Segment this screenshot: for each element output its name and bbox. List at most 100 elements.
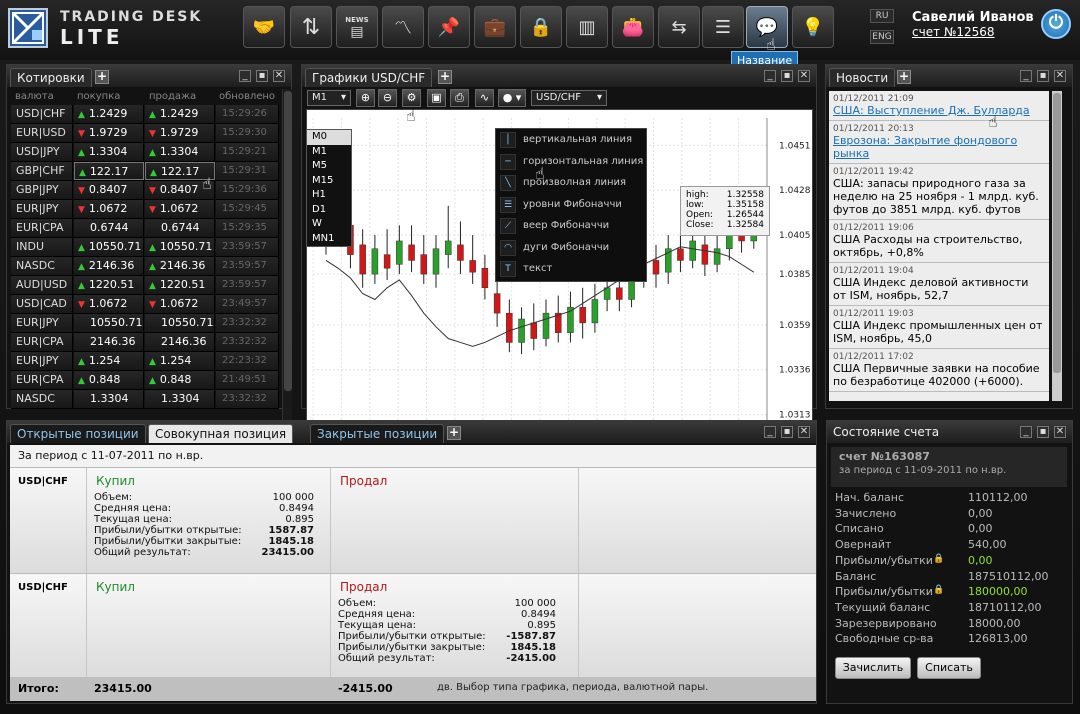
quote-row[interactable]: GBP|JPY ▼ 0.8407 ▼ 0.8407 15:29:36 [11,181,279,200]
quote-row[interactable]: EUR|CPA 2146.36 2146.36 23:32:32 [11,333,279,352]
quote-buy-cell[interactable]: 10550.71 [74,314,144,332]
quote-row[interactable]: EUR|JPY ▼ 1.0672 ▼ 1.0672 15:29:45 [11,200,279,219]
close-button[interactable]: ✕ [798,70,810,82]
quotes-scrollbar[interactable] [282,89,292,465]
quote-sell-cell[interactable]: 1.3304 [145,390,215,408]
timeframe-option[interactable]: M15 [307,174,351,189]
tab-quotes[interactable]: Котировки [10,68,92,87]
quote-row[interactable]: EUR|JPY 10550.71 10550.71 23:32:32 [11,314,279,333]
draw-tool-item[interactable]: ☰ уровни Фибоначчи [496,194,646,216]
quote-buy-cell[interactable]: ▲ 1.3304 [74,143,144,161]
maximize-button[interactable]: ▪ [1037,70,1049,82]
quote-row[interactable]: EUR|CPA 0.6744 0.6744 15:29:35 [11,219,279,238]
symbol-select[interactable]: USD/CHF ▾ [531,90,607,106]
news-item[interactable]: 01/12/2011 19:42 США: запасы природного г… [829,164,1049,220]
draw-tools-button[interactable]: ● ▾ [498,89,526,107]
quote-row[interactable]: NASDC ▲ 2146.36 ▲ 2146.36 23:59:57 [11,257,279,276]
tab-news[interactable]: Новости [829,68,896,87]
quote-buy-cell[interactable]: ▲ 1220.51 [74,276,144,294]
quote-row[interactable]: USD|CHF ▲ 1.2429 ▲ 1.2429 15:29:26 [11,105,279,124]
quote-buy-cell[interactable]: ▲ 1.254 [74,352,144,370]
add-tab-button[interactable]: + [897,70,911,84]
quote-sell-cell[interactable]: 2146.36 [145,333,215,351]
quote-sell-cell[interactable]: ▲ 10550.71 [145,238,215,256]
quote-buy-cell[interactable]: ▼ 0.8407 [74,181,144,199]
quote-row[interactable]: EUR|USD ▼ 1.9729 ▼ 1.9729 15:29:30 [11,124,279,143]
quote-row[interactable]: GBP|CHF ▲ 122.17 ▲ 122.17 15:29:31 [11,162,279,181]
quote-buy-cell[interactable]: 0.6744 [74,219,144,237]
quote-buy-cell[interactable]: ▲ 1.2429 [74,105,144,123]
timeframe-option[interactable]: M5 [307,159,351,174]
quote-sell-cell[interactable]: ▼ 1.0672 [145,200,215,218]
news-item[interactable]: 01/12/2011 19:03 США Индекс промышленных … [829,306,1049,349]
wallet-button[interactable]: 👛 [612,6,654,48]
quote-row[interactable]: EUR|CPA ▲ 0.848 ▲ 0.848 21:49:51 [11,371,279,390]
tab-open-positions[interactable]: Открытые позиции [10,424,146,443]
tab-closed-positions[interactable]: Закрытые позиции [310,424,445,443]
quote-sell-cell[interactable]: ▲ 0.848 [145,371,215,389]
lang-en-button[interactable]: ENG [870,30,894,44]
timeframe-option[interactable]: D1 [307,203,351,218]
settings-bars-button[interactable]: ☰ [702,6,744,48]
quote-sell-cell[interactable]: ▲ 1.2429 [145,105,215,123]
close-button[interactable]: ✕ [798,426,810,438]
quote-buy-cell[interactable]: ▲ 2146.36 [74,257,144,275]
minimize-button[interactable]: _ [764,70,776,82]
chart-settings-button[interactable]: ⚙ [402,89,421,107]
add-tab-button[interactable]: + [447,426,461,440]
maximize-button[interactable]: ▪ [256,70,268,82]
quote-buy-cell[interactable]: ▼ 1.0672 [74,200,144,218]
close-button[interactable]: ✕ [1054,70,1066,82]
minimize-button[interactable]: _ [239,70,251,82]
scroll-thumb[interactable] [284,91,292,391]
quote-buy-cell[interactable]: 2146.36 [74,333,144,351]
timeframe-option[interactable]: M0 [307,130,351,145]
news-title[interactable]: Еврозона: Закрытие фондового рынка [833,134,1045,160]
quote-buy-cell[interactable]: ▲ 10550.71 [74,238,144,256]
news-item[interactable]: 01/12/2011 20:13 Еврозона: Закрытие фондо… [829,121,1049,164]
add-tab-button[interactable]: + [438,70,452,84]
timeframe-option[interactable]: M1 [307,145,351,160]
logout-button[interactable]: ⏻ [1041,9,1071,39]
document-button[interactable]: ▥ [566,6,608,48]
news-title[interactable]: США: Выступление Дж. Булларда [833,104,1045,117]
user-account-link[interactable]: счет №12568 [912,25,995,39]
handshake-button[interactable]: 🤝 [243,6,285,48]
quote-buy-cell[interactable]: ▼ 1.0672 [74,295,144,313]
quote-sell-cell[interactable]: ▲ 2146.36 [145,257,215,275]
timeframe-select[interactable]: M1 ▾ [307,90,351,106]
zoom-in-button[interactable]: ⊕ [356,89,375,107]
news-item[interactable]: 01/12/2011 17:02 США Первичные заявки на … [829,349,1049,392]
buy-sell-button[interactable]: ⇅ [290,6,332,48]
quote-sell-cell[interactable]: 10550.71 [145,314,215,332]
zoom-out-button[interactable]: ⊖ [378,89,397,107]
quote-row[interactable]: INDU ▲ 10550.71 ▲ 10550.71 23:59:57 [11,238,279,257]
close-button[interactable]: ✕ [1054,426,1066,438]
news-item[interactable]: 01/12/2011 21:09 США: Выступление Дж. Бул… [829,91,1049,121]
pin-button[interactable]: 📌 [428,6,470,48]
quote-buy-cell[interactable]: ▼ 1.9729 [74,124,144,142]
tab-chart[interactable]: Графики USD/CHF [305,68,433,87]
deposit-button[interactable]: Зачислить [835,657,911,679]
news-item[interactable]: 01/12/2011 19:04 США Индекс деловой актив… [829,263,1049,306]
draw-tool-item[interactable]: │ вертикальная линия [496,129,646,151]
draw-tool-item[interactable]: ─ горизонтальная линия [496,151,646,173]
timeframe-option[interactable]: H1 [307,188,351,203]
timeframe-option[interactable]: W [307,217,351,232]
close-button[interactable]: ✕ [273,70,285,82]
quote-sell-cell[interactable]: ▲ 1220.51 [145,276,215,294]
draw-tool-item[interactable]: ◠ дуги Фибоначчи [496,237,646,259]
quote-sell-cell[interactable]: ▲ 1.254 [145,352,215,370]
draw-tool-item[interactable]: ╲ произволная линия [496,172,646,194]
timeframe-option[interactable]: MN1 [307,232,351,247]
quote-sell-cell[interactable]: ▼ 1.0672 [145,295,215,313]
quote-row[interactable]: USD|JPY ▲ 1.3304 ▲ 1.3304 15:29:21 [11,143,279,162]
quote-row[interactable]: NASDC 1.3304 1.3304 23:32:32 [11,390,279,409]
maximize-button[interactable]: ▪ [781,426,793,438]
indicator-button[interactable]: ∿ [475,89,494,107]
withdraw-button[interactable]: Списать [917,657,981,679]
minimize-button[interactable]: _ [764,426,776,438]
quote-sell-cell[interactable]: ▲ 1.3304 [145,143,215,161]
quote-row[interactable]: AUD|USD ▲ 1220.51 ▲ 1220.51 23:59:57 [11,276,279,295]
quote-sell-cell[interactable]: ▼ 1.9729 [145,124,215,142]
